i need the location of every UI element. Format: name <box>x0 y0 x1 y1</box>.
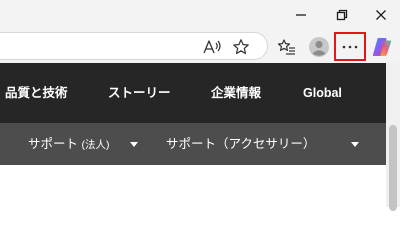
site-main-nav: 品質と技術 ストーリー 企業情報 Global <box>0 63 386 123</box>
nav-support-business[interactable]: サポート (法人) <box>28 136 110 153</box>
restore-button[interactable] <box>327 4 357 26</box>
close-icon <box>376 10 386 20</box>
read-aloud-button[interactable] <box>201 36 223 58</box>
add-favorite-button[interactable] <box>230 36 252 58</box>
star-icon <box>233 39 249 55</box>
nav-support-business-suffix: (法人) <box>81 139 110 151</box>
profile-avatar-icon <box>309 37 329 57</box>
nav-item-company-info[interactable]: 企業情報 <box>211 85 261 101</box>
page-content <box>0 165 386 207</box>
title-bar <box>0 0 400 31</box>
nav-item-global[interactable]: Global <box>303 85 342 101</box>
minimize-icon <box>296 14 306 16</box>
nav-item-stories[interactable]: ストーリー <box>108 85 171 101</box>
vertical-scrollbar[interactable] <box>386 63 400 211</box>
chevron-down-icon[interactable] <box>351 142 359 147</box>
copilot-icon <box>372 38 392 56</box>
nav-support-business-label: サポート <box>28 137 79 151</box>
read-aloud-icon <box>203 40 221 54</box>
address-bar[interactable] <box>0 32 268 60</box>
browser-toolbar <box>0 31 400 63</box>
minimize-button[interactable] <box>286 4 316 26</box>
chevron-down-icon[interactable] <box>130 142 138 147</box>
scrollbar-thumb[interactable] <box>389 125 397 211</box>
nav-support-accessories[interactable]: サポート（アクセサリー） <box>166 136 315 152</box>
profile-button[interactable] <box>307 35 331 59</box>
restore-icon <box>336 9 348 21</box>
favorites-button[interactable] <box>275 35 299 59</box>
site-sub-nav: サポート (法人) サポート（アクセサリー） <box>0 123 386 165</box>
nav-support-accessories-label: サポート（アクセサリー） <box>166 137 316 151</box>
nav-item-quality-technology[interactable]: 品質と技術 <box>5 85 68 101</box>
favorites-collection-icon <box>277 39 295 55</box>
copilot-button[interactable] <box>370 35 394 59</box>
more-options-icon <box>342 45 358 48</box>
settings-and-more-button[interactable] <box>334 32 366 61</box>
close-button[interactable] <box>366 4 396 26</box>
